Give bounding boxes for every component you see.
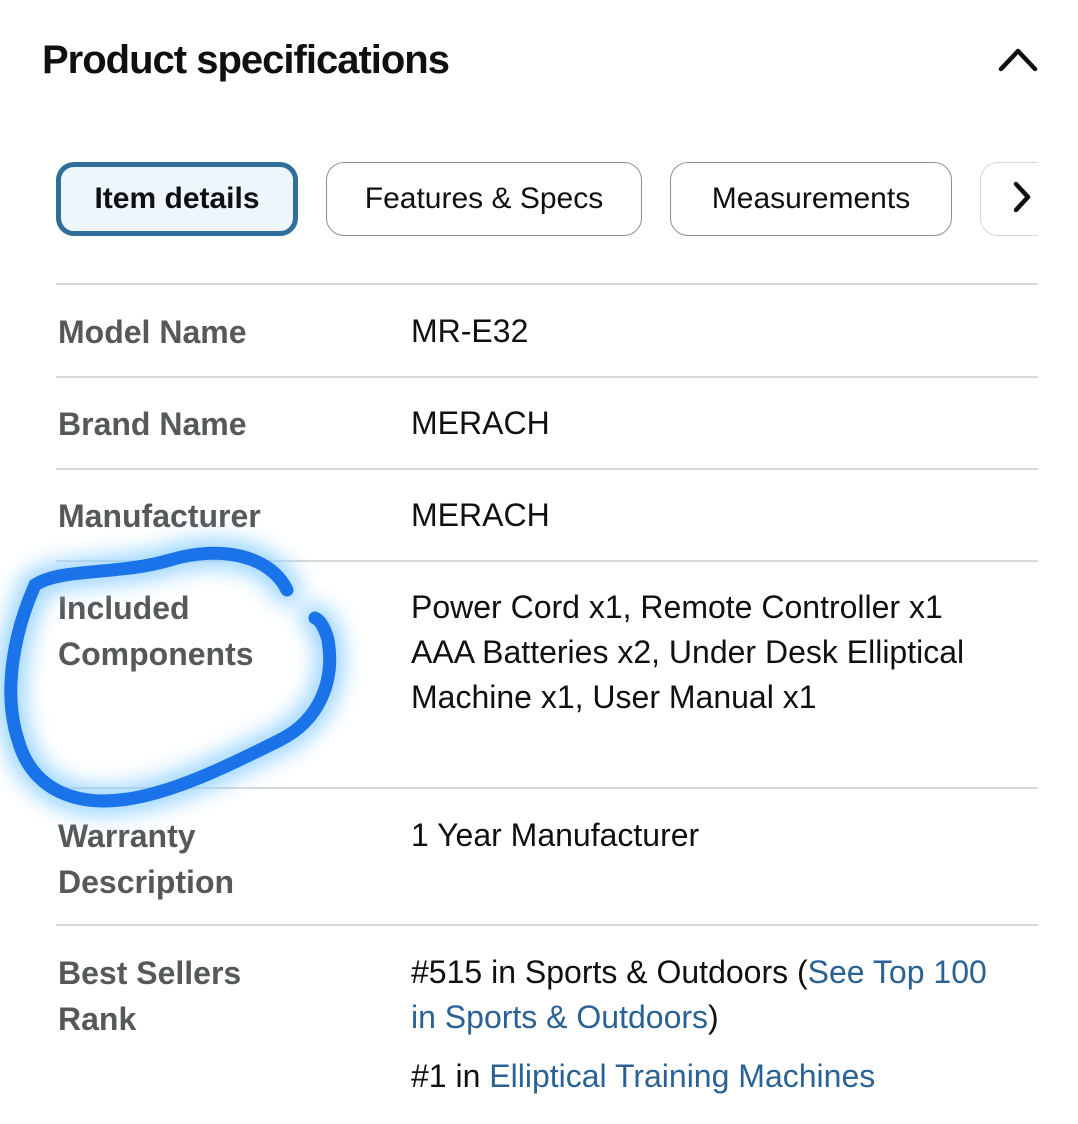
spec-label: Manufacturer [58, 498, 261, 534]
tab-item-details[interactable]: Item details [56, 162, 298, 236]
spec-value: MERACH [411, 405, 550, 441]
spec-row-brand-name: Brand Name MERACH [56, 376, 1038, 468]
spec-row-manufacturer: Manufacturer MERACH [56, 468, 1038, 560]
elliptical-machines-link[interactable]: Elliptical Training Machines [489, 1058, 875, 1094]
spec-label: Model Name [58, 314, 247, 350]
spec-value: MERACH [411, 497, 550, 533]
spec-row-best-sellers-rank: Best Sellers Rank #515 in Sports & Outdo… [56, 924, 1038, 1124]
rank-text: #515 in Sports & Outdoors ( [411, 954, 808, 990]
spec-row-model-name: Model Name MR-E32 [56, 283, 1038, 376]
spec-label: Warranty Description [58, 818, 235, 900]
spec-value: #515 in Sports & Outdoors (See Top 100 i… [411, 950, 991, 1099]
tab-label: Measurements [711, 182, 911, 215]
page-title: Product specifications [42, 38, 450, 82]
spec-row-warranty-description: Warranty Description 1 Year Manufacturer [56, 787, 1038, 924]
spec-table: Model Name MR-E32 Brand Name MERACH Manu… [56, 283, 1038, 1124]
chevron-up-icon [997, 45, 1039, 78]
rank-text: ) [708, 999, 719, 1035]
spec-row-included-components: Included Components Power Cord x1, Remot… [56, 560, 1038, 787]
spec-label: Included Components [58, 590, 254, 672]
spec-value: Power Cord x1, Remote Controller x1 AAA … [411, 589, 965, 715]
tabs-scroll-next-button[interactable] [980, 162, 1038, 236]
rank-text: #1 in [411, 1058, 490, 1094]
rank-line: #515 in Sports & Outdoors (See Top 100 i… [411, 950, 991, 1040]
chevron-right-icon [1011, 180, 1033, 219]
tab-label: Item details [94, 182, 260, 215]
spec-value: 1 Year Manufacturer [411, 817, 700, 853]
collapse-section-button[interactable] [990, 36, 1046, 86]
tab-label: Features & Specs [364, 182, 604, 215]
spec-label: Best Sellers Rank [58, 955, 242, 1037]
spec-tabs: Item details Features & Specs Measuremen… [56, 160, 1038, 240]
tab-features-specs[interactable]: Features & Specs [326, 162, 642, 236]
spec-value: MR-E32 [411, 313, 529, 349]
spec-label: Brand Name [58, 406, 247, 442]
tab-measurements[interactable]: Measurements [670, 162, 952, 236]
rank-line: #1 in Elliptical Training Machines [411, 1054, 991, 1099]
